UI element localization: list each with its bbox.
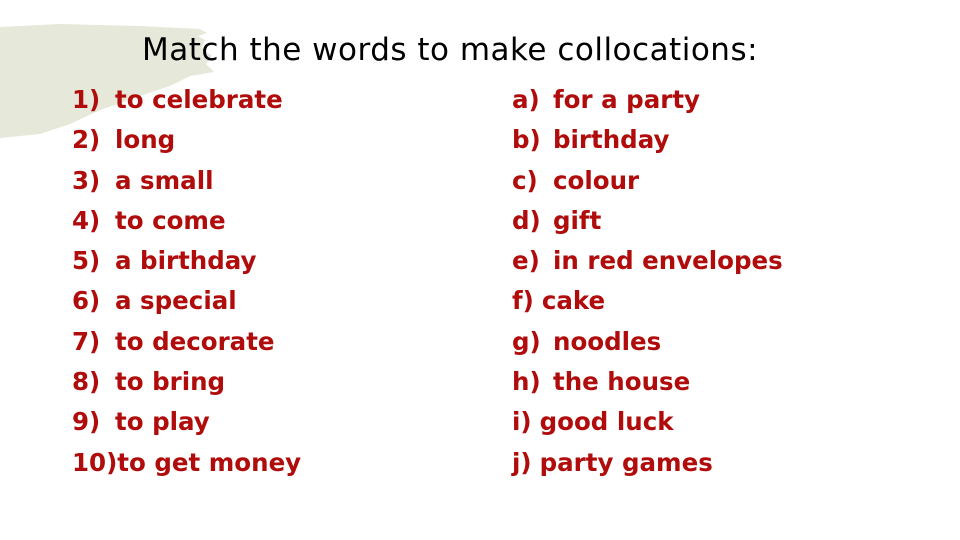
list-item: f) cake	[512, 281, 783, 321]
item-letter: d)	[512, 205, 541, 235]
list-item: 1) to celebrate	[72, 80, 301, 120]
item-number: 9)	[72, 407, 101, 437]
item-text: long	[115, 125, 176, 155]
item-letter: i)	[512, 407, 532, 437]
item-number: 3)	[72, 165, 101, 195]
item-text: to come	[115, 205, 226, 235]
list-item: 4) to come	[72, 201, 301, 241]
item-letter: b)	[512, 125, 541, 155]
item-number: 10)	[72, 447, 118, 477]
item-number: 7)	[72, 326, 101, 356]
list-item: 2) long	[72, 120, 301, 160]
item-text: to decorate	[115, 326, 275, 356]
item-number: 5)	[72, 246, 101, 276]
list-item: 10)to get money	[72, 443, 301, 483]
item-text: a birthday	[115, 246, 257, 276]
item-text: to bring	[115, 367, 226, 397]
list-item: b) birthday	[512, 120, 783, 160]
item-text: to celebrate	[115, 85, 283, 114]
item-text: a special	[115, 286, 237, 316]
item-letter: c)	[512, 165, 538, 195]
slide-title: Match the words to make collocations:	[142, 32, 759, 68]
list-item: 8) to bring	[72, 362, 301, 402]
item-text: party games	[539, 447, 713, 477]
list-item: j) party games	[512, 443, 783, 483]
item-letter: h)	[512, 367, 541, 397]
item-number: 2)	[72, 125, 101, 155]
item-text: cake	[541, 286, 606, 316]
list-item: g) noodles	[512, 322, 783, 362]
item-text: for a party	[553, 85, 700, 114]
list-item: 5) a birthday	[72, 241, 301, 281]
item-text: colour	[553, 165, 640, 195]
item-letter: j)	[512, 447, 532, 477]
item-text: a small	[115, 165, 214, 195]
item-text: to play	[115, 407, 210, 437]
list-item: 3) a small	[72, 161, 301, 201]
left-word-list: 1) to celebrate 2) long 3) a small 4) to com…	[72, 80, 301, 483]
item-letter: f)	[512, 286, 534, 316]
right-word-list: a) for a party b) birthday c) colour d) gift…	[512, 80, 783, 483]
list-item: i) good luck	[512, 402, 783, 442]
item-number: 1)	[72, 85, 101, 114]
list-item: e) in red envelopes	[512, 241, 783, 281]
list-item: c) colour	[512, 161, 783, 201]
item-text: noodles	[553, 326, 662, 356]
list-item: a) for a party	[512, 80, 783, 120]
item-text: in red envelopes	[553, 246, 783, 276]
item-text: birthday	[553, 125, 670, 155]
item-text: good luck	[539, 407, 674, 437]
list-item: 6) a special	[72, 281, 301, 321]
list-item: d) gift	[512, 201, 783, 241]
item-letter: a)	[512, 85, 540, 114]
item-text: gift	[553, 205, 602, 235]
item-text: the house	[553, 367, 691, 397]
item-text: to get money	[117, 447, 302, 477]
item-letter: e)	[512, 246, 540, 276]
list-item: h) the house	[512, 362, 783, 402]
item-letter: g)	[512, 326, 541, 356]
list-item: 7) to decorate	[72, 322, 301, 362]
list-item: 9) to play	[72, 402, 301, 442]
item-number: 4)	[72, 205, 101, 235]
item-number: 6)	[72, 286, 101, 316]
item-number: 8)	[72, 367, 101, 397]
